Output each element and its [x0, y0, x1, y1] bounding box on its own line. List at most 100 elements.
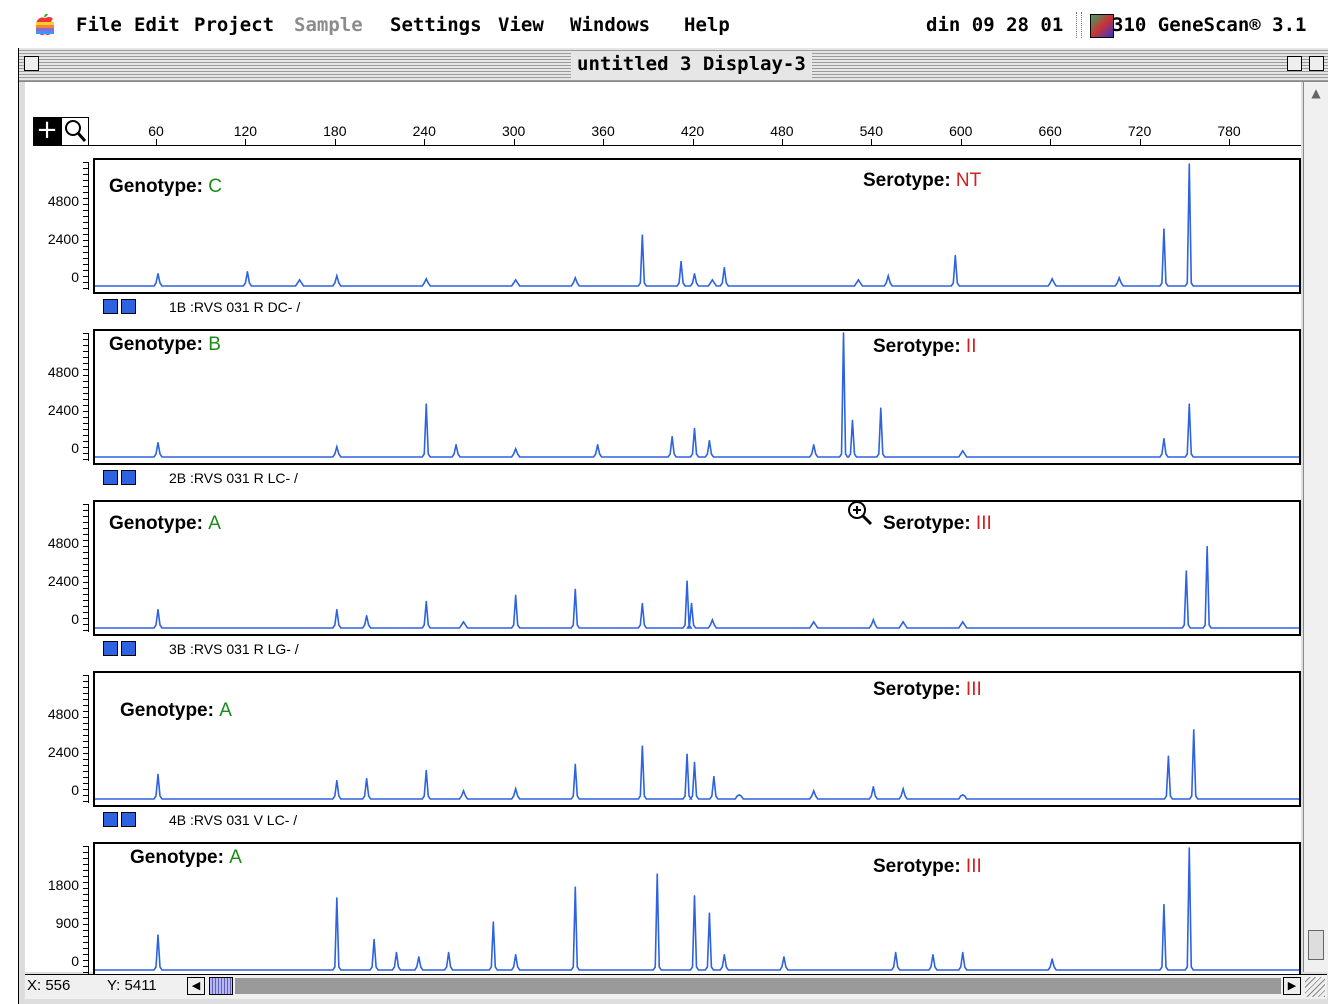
trace-peak: [961, 951, 964, 954]
trace-plot[interactable]: [93, 329, 1301, 465]
trace-peak: [574, 886, 577, 889]
ruler-tick-label: 720: [1127, 123, 1152, 139]
trace-plot[interactable]: [93, 158, 1301, 294]
dye-color-swatch[interactable]: [103, 812, 118, 827]
resize-grip-icon[interactable]: [1305, 977, 1325, 997]
trace-peak: [425, 278, 428, 280]
genotype-annotation: Genotype: B: [109, 334, 221, 356]
ruler-tick-label: 540: [859, 123, 884, 139]
horizontal-scroll-track[interactable]: [235, 978, 1281, 994]
scroll-thumb[interactable]: [1308, 930, 1324, 960]
zoom-box-icon[interactable]: [1287, 56, 1302, 71]
magnifier-icon[interactable]: [61, 117, 89, 146]
scroll-left-arrow-icon[interactable]: ◀: [187, 977, 205, 995]
trace-peak: [1192, 729, 1195, 731]
serotype-value: III: [965, 856, 982, 877]
trace-peak: [336, 446, 338, 448]
trace-plot[interactable]: [93, 500, 1301, 636]
ruler-tick-label: 480: [770, 123, 794, 139]
dye-color-swatch[interactable]: [103, 641, 118, 656]
ruler-tick-label: 120: [233, 123, 258, 139]
trace-peak: [1051, 958, 1053, 960]
y-axis: 4800 2400 0: [25, 671, 91, 807]
trace-peak: [447, 951, 450, 954]
application-icon[interactable]: [1090, 14, 1114, 38]
trace-peak: [932, 953, 934, 956]
y-tick-label: 4800: [47, 535, 79, 551]
trace-peak: [902, 788, 904, 790]
window-title: untitled 3 Display-3: [571, 51, 812, 78]
menu-bar: File Edit Project Sample Settings View W…: [10, 8, 1328, 42]
menu-project[interactable]: Project: [194, 14, 274, 36]
menu-settings[interactable]: Settings: [390, 14, 482, 36]
trace-peak: [425, 403, 428, 405]
y-tick-label: 0: [71, 782, 79, 798]
horizontal-scroll-thumb[interactable]: [209, 977, 233, 995]
serotype-colon: :: [954, 336, 966, 357]
trace-peak: [641, 745, 644, 747]
genotype-value: C: [208, 176, 222, 197]
dye-color-swatch[interactable]: [103, 470, 118, 485]
trace-peak: [693, 427, 696, 430]
window-titlebar[interactable]: untitled 3 Display-3: [19, 48, 1328, 82]
ruler-tick-label: 60: [148, 123, 164, 139]
dye-color-swatch[interactable]: [121, 299, 136, 314]
menu-clock[interactable]: din 09 28 01: [926, 14, 1063, 36]
trace-peak: [336, 897, 338, 899]
menu-edit[interactable]: Edit: [134, 14, 180, 36]
ruler-tick-label: 360: [591, 123, 615, 139]
serotype-label: Serotype: [883, 513, 965, 534]
serotype-label: Serotype: [873, 856, 955, 877]
vertical-scrollbar[interactable]: ▲: [1303, 82, 1328, 972]
genotype-annotation: Genotype: A: [120, 700, 232, 722]
trace-peak: [1163, 228, 1165, 230]
y-tick-label: 0: [71, 611, 79, 627]
crosshair-icon[interactable]: +: [33, 117, 61, 146]
sample-name: 3B :RVS 031 R LG- /: [169, 641, 299, 657]
y-tick-label: 1800: [47, 877, 79, 893]
serotype-label: Serotype: [863, 170, 945, 191]
menu-help[interactable]: Help: [684, 14, 730, 36]
y-axis-ticks: [82, 846, 89, 974]
y-tick-label: 0: [71, 269, 79, 285]
scroll-right-arrow-icon[interactable]: ▶: [1283, 977, 1301, 995]
genotype-label: Genotype: [130, 847, 218, 868]
scroll-up-arrow-icon[interactable]: ▲: [1307, 84, 1325, 102]
y-axis-ticks: [82, 333, 89, 461]
electropherogram-trace: [95, 332, 1299, 458]
serotype-annotation: Serotype: III: [883, 513, 992, 535]
menu-sample[interactable]: Sample: [294, 14, 363, 36]
trace-peak: [812, 621, 815, 623]
collapse-box-icon[interactable]: [1309, 56, 1324, 71]
apple-menu-icon[interactable]: [34, 12, 56, 36]
serotype-annotation: Serotype: III: [873, 679, 982, 701]
trace-peak: [425, 600, 428, 603]
menu-windows[interactable]: Windows: [570, 14, 650, 36]
trace-plot[interactable]: [93, 671, 1301, 807]
trace-peak: [157, 608, 159, 611]
serotype-value: II: [965, 336, 977, 357]
dye-color-swatch[interactable]: [103, 299, 118, 314]
menu-view[interactable]: View: [498, 14, 544, 36]
trace-peak: [574, 763, 577, 766]
trace-peak: [574, 588, 577, 591]
trace-peak: [365, 777, 368, 780]
ruler-tick: [245, 139, 247, 145]
close-box-icon[interactable]: [24, 56, 39, 71]
trace-peak: [708, 912, 711, 915]
dye-color-swatch[interactable]: [121, 470, 136, 485]
dye-color-swatch[interactable]: [121, 641, 136, 656]
genotype-label: Genotype: [109, 513, 197, 534]
trace-peak: [514, 279, 517, 281]
application-menu[interactable]: 310 GeneScan® 3.1: [1112, 14, 1306, 36]
trace-peak: [1167, 755, 1170, 758]
trace-peak: [961, 450, 964, 452]
serotype-value: III: [965, 679, 982, 700]
menu-file[interactable]: File: [76, 14, 122, 36]
dye-color-swatch[interactable]: [121, 812, 136, 827]
sample-name: 2B :RVS 031 R LC- /: [169, 470, 298, 486]
genotype-value: A: [208, 513, 221, 534]
trace-plot[interactable]: [93, 842, 1301, 978]
trace-peak: [1185, 570, 1188, 572]
genotype-annotation: Genotype: C: [109, 176, 222, 198]
